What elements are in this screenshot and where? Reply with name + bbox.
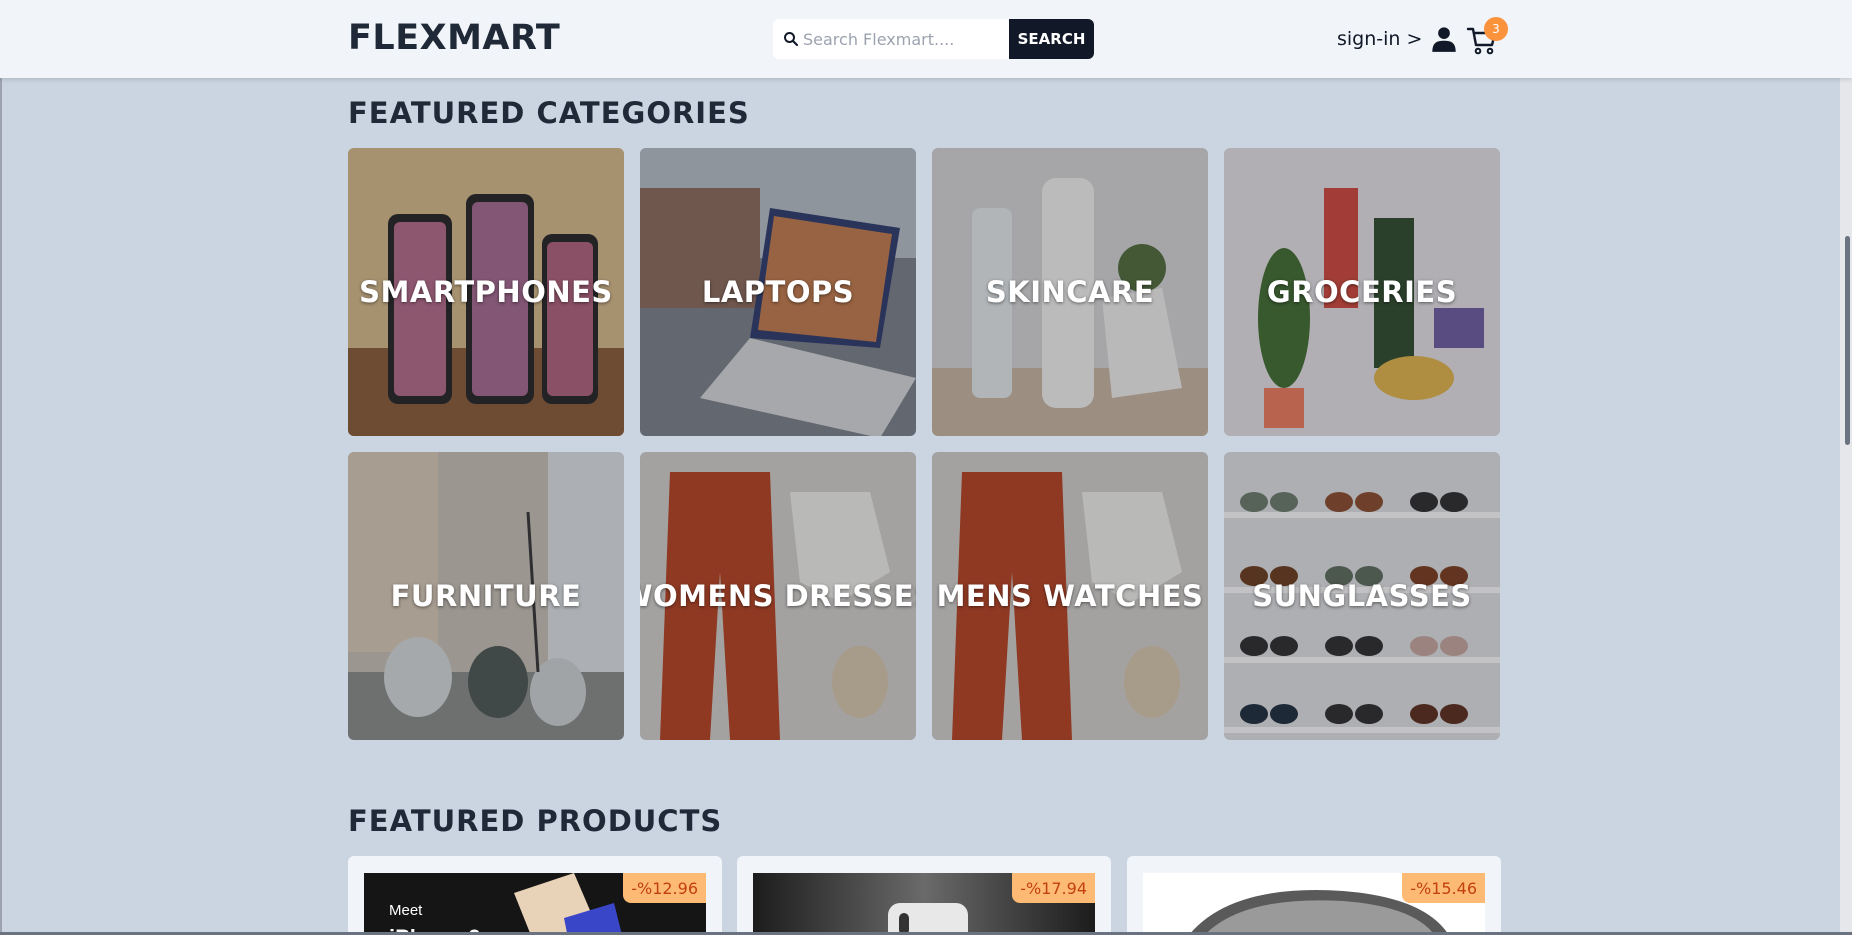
category-tile-mens-watches[interactable]: MENS WATCHES (932, 452, 1208, 740)
scrollbar-thumb[interactable] (1845, 236, 1850, 445)
search-box (773, 19, 1009, 59)
featured-categories-title: FEATURED CATEGORIES (348, 96, 750, 130)
product-card[interactable]: Meet iPhone 9 -%12.96 (348, 856, 722, 935)
category-tile-groceries[interactable]: GROCERIES (1224, 148, 1500, 436)
category-tile-laptops[interactable]: LAPTOPS (640, 148, 916, 436)
category-tile-skincare[interactable]: SKINCARE (932, 148, 1208, 436)
category-label: SUNGLASSES (1252, 579, 1472, 613)
sign-in-link[interactable]: sign-in > (1337, 24, 1458, 54)
category-label: MENS WATCHES (936, 579, 1204, 613)
discount-badge: -%17.94 (1012, 873, 1095, 903)
category-tile-smartphones[interactable]: SMARTPHONES (348, 148, 624, 436)
discount-badge: -%15.46 (1402, 873, 1485, 903)
category-label: LAPTOPS (701, 275, 855, 309)
category-tile-womens-dresses[interactable]: WOMENS DRESSES (640, 452, 916, 740)
product-card[interactable]: -%17.94 (737, 856, 1111, 935)
category-label: SMARTPHONES (359, 275, 613, 309)
category-tile-sunglasses[interactable]: SUNGLASSES (1224, 452, 1500, 740)
discount-badge: -%12.96 (623, 873, 706, 903)
page-frame-edge (0, 0, 2, 935)
scrollbar-track[interactable] (1840, 78, 1852, 935)
search-input[interactable] (803, 19, 1003, 59)
category-label: SKINCARE (985, 275, 1155, 309)
cart-button[interactable]: 3 (1466, 17, 1508, 60)
featured-products-title: FEATURED PRODUCTS (348, 804, 723, 838)
search-button[interactable]: SEARCH (1009, 19, 1094, 59)
product-image-text-1: Meet (389, 902, 423, 919)
sign-in-label: sign-in > (1337, 28, 1423, 50)
category-label: FURNITURE (390, 579, 582, 613)
search-icon (784, 32, 799, 47)
search-bar: SEARCH (773, 19, 1094, 59)
cart-count-badge: 3 (1484, 17, 1508, 41)
user-icon (1432, 27, 1457, 52)
category-tile-furniture[interactable]: FURNITURE (348, 452, 624, 740)
product-card[interactable]: -%15.46 (1127, 856, 1501, 935)
site-logo[interactable]: FLEXMART (348, 18, 560, 58)
site-header: FLEXMART SEARCH sign-in > 3 (0, 0, 1852, 78)
category-label: WOMENS DRESSES (640, 579, 916, 613)
category-label: GROCERIES (1266, 275, 1458, 309)
